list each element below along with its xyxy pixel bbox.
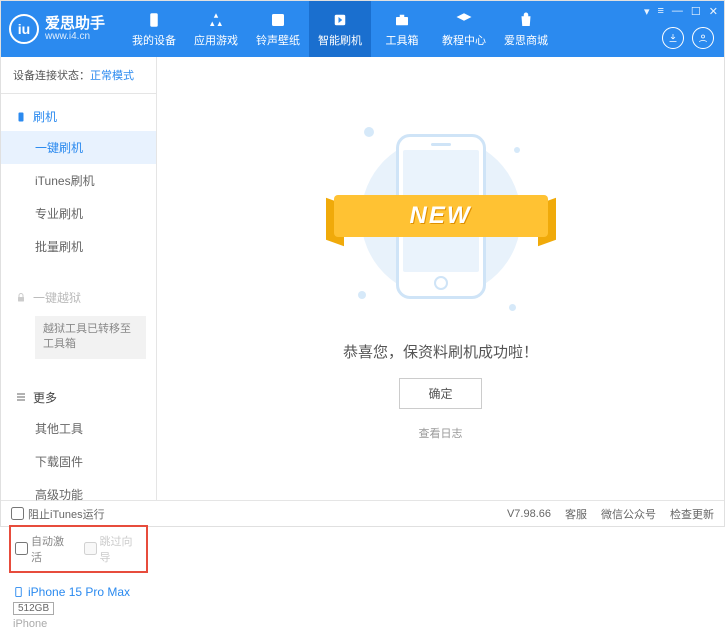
nav-my-device[interactable]: 我的设备 — [123, 1, 185, 57]
checkbox-auto-activate[interactable]: 自动激活 — [15, 533, 74, 565]
menu-icon[interactable]: ▾ — [644, 5, 650, 18]
new-banner: NEW — [334, 195, 548, 237]
user-button[interactable] — [692, 27, 714, 49]
update-link[interactable]: 检查更新 — [670, 506, 714, 522]
sidebar-group-flash[interactable]: 刷机 — [1, 102, 156, 131]
nav-label: 教程中心 — [442, 32, 486, 48]
checkbox-stop-itunes[interactable]: 阻止iTunes运行 — [11, 506, 105, 522]
nav-label: 工具箱 — [386, 32, 419, 48]
maximize-icon[interactable]: ☐ — [691, 5, 701, 18]
sidebar-group-more[interactable]: 更多 — [1, 383, 156, 412]
highlighted-options: 自动激活 跳过向导 — [9, 525, 148, 573]
lock-icon — [15, 292, 27, 304]
sidebar-item-download-firmware[interactable]: 下载固件 — [1, 445, 156, 478]
success-illustration: NEW — [356, 117, 526, 317]
wechat-link[interactable]: 微信公众号 — [601, 506, 656, 522]
connection-status: 设备连接状态：正常模式 — [1, 57, 156, 94]
flash-icon — [331, 11, 349, 29]
tutorial-icon — [455, 11, 473, 29]
sidebar-item-itunes-flash[interactable]: iTunes刷机 — [1, 164, 156, 197]
sidebar-group-jailbreak: 一键越狱 — [1, 283, 156, 312]
app-title: 爱思助手 — [45, 16, 105, 31]
nav-label: 应用游戏 — [194, 32, 238, 48]
app-logo: iu 爱思助手 www.i4.cn — [9, 14, 105, 44]
toolbox-icon — [393, 11, 411, 29]
success-message: 恭喜您，保资料刷机成功啦！ — [343, 341, 538, 362]
connected-device[interactable]: iPhone 15 Pro Max 512GB iPhone — [1, 579, 156, 640]
sidebar-item-batch-flash[interactable]: 批量刷机 — [1, 230, 156, 263]
list-icon — [15, 391, 27, 403]
nav-store[interactable]: 爱思商城 — [495, 1, 557, 57]
jailbreak-moved-note: 越狱工具已转移至工具箱 — [35, 316, 146, 359]
device-type: iPhone — [13, 618, 144, 630]
nav-label: 我的设备 — [132, 32, 176, 48]
nav-ringtones[interactable]: 铃声壁纸 — [247, 1, 309, 57]
ok-button[interactable]: 确定 — [399, 378, 481, 409]
nav-toolbox[interactable]: 工具箱 — [371, 1, 433, 57]
sidebar: 设备连接状态：正常模式 刷机 一键刷机 iTunes刷机 专业刷机 批量刷机 一… — [1, 57, 157, 500]
logo-icon: iu — [9, 14, 39, 44]
nav-label: 铃声壁纸 — [256, 32, 300, 48]
support-link[interactable]: 客服 — [565, 506, 587, 522]
close-icon[interactable]: ✕ — [709, 5, 718, 18]
download-button[interactable] — [662, 27, 684, 49]
app-url: www.i4.cn — [45, 31, 105, 43]
phone-icon — [15, 111, 27, 123]
lang-icon[interactable]: ≡ — [657, 5, 663, 18]
sidebar-item-other-tools[interactable]: 其他工具 — [1, 412, 156, 445]
nav-label: 爱思商城 — [504, 32, 548, 48]
nav-tutorials[interactable]: 教程中心 — [433, 1, 495, 57]
device-name: iPhone 15 Pro Max — [28, 585, 130, 599]
store-icon — [517, 11, 535, 29]
main-content: NEW 恭喜您，保资料刷机成功啦！ 确定 查看日志 — [157, 57, 724, 500]
nav-smart-flash[interactable]: 智能刷机 — [309, 1, 371, 57]
top-nav: 我的设备 应用游戏 铃声壁纸 智能刷机 工具箱 教程中心 爱思商城 — [123, 1, 557, 57]
view-log-link[interactable]: 查看日志 — [419, 425, 463, 441]
device-storage: 512GB — [13, 602, 54, 615]
nav-label: 智能刷机 — [318, 32, 362, 48]
ringtone-icon — [269, 11, 287, 29]
device-icon — [145, 11, 163, 29]
nav-apps[interactable]: 应用游戏 — [185, 1, 247, 57]
checkbox-skip-guide[interactable]: 跳过向导 — [84, 533, 143, 565]
small-phone-icon — [13, 585, 24, 599]
sidebar-item-oneclick-flash[interactable]: 一键刷机 — [1, 131, 156, 164]
sidebar-item-pro-flash[interactable]: 专业刷机 — [1, 197, 156, 230]
minimize-icon[interactable]: — — [672, 5, 683, 18]
apps-icon — [207, 11, 225, 29]
version-label: V7.98.66 — [507, 508, 551, 520]
